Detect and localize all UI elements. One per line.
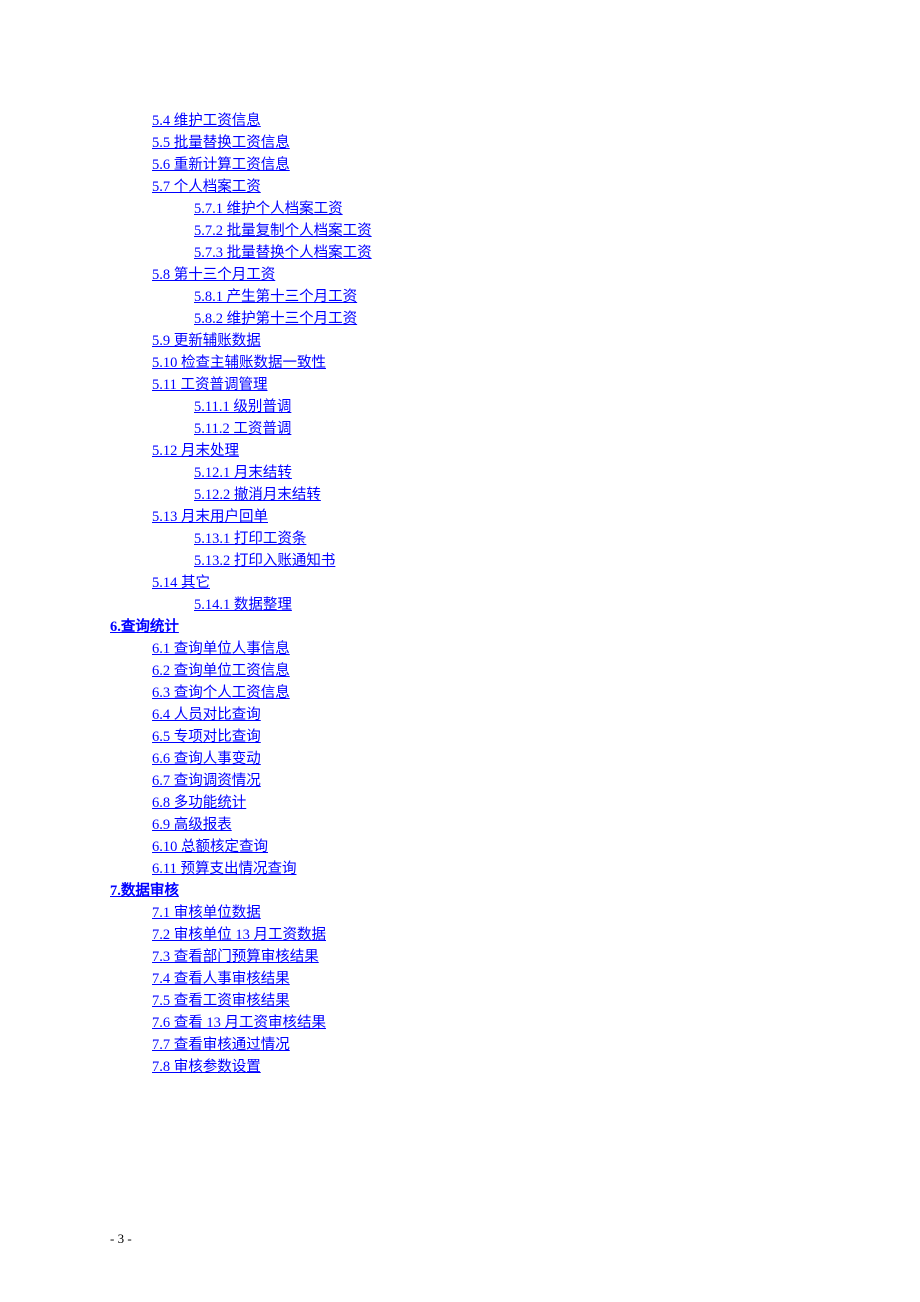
toc-link[interactable]: 5.13 月末用户回单: [152, 506, 268, 528]
toc-link[interactable]: 5.14 其它: [152, 572, 210, 594]
toc-link[interactable]: 6.11 预算支出情况查询: [152, 858, 296, 880]
toc-entry: 5.7.3 批量替换个人档案工资: [110, 242, 840, 264]
toc-entry: 6.3 查询个人工资信息: [110, 682, 840, 704]
toc-link[interactable]: 5.5 批量替换工资信息: [152, 132, 290, 154]
toc-entry: 6.11 预算支出情况查询: [110, 858, 840, 880]
toc-entry: 5.4 维护工资信息: [110, 110, 840, 132]
toc-entry: 5.12 月末处理: [110, 440, 840, 462]
toc-page: 5.4 维护工资信息5.5 批量替换工资信息5.6 重新计算工资信息5.7 个人…: [0, 0, 920, 1078]
toc-entry: 5.13 月末用户回单: [110, 506, 840, 528]
toc-entry: 5.11.1 级别普调: [110, 396, 840, 418]
toc-entry: 6.5 专项对比查询: [110, 726, 840, 748]
toc-entry: 6.8 多功能统计: [110, 792, 840, 814]
toc-entry: 6.1 查询单位人事信息: [110, 638, 840, 660]
toc-entry: 5.12.2 撤消月末结转: [110, 484, 840, 506]
toc-link[interactable]: 5.8.2 维护第十三个月工资: [194, 308, 357, 330]
toc-entry: 5.10 检查主辅账数据一致性: [110, 352, 840, 374]
toc-entry: 5.5 批量替换工资信息: [110, 132, 840, 154]
toc-link[interactable]: 5.12.1 月末结转: [194, 462, 292, 484]
toc-link[interactable]: 6.3 查询个人工资信息: [152, 682, 290, 704]
toc-link[interactable]: 6.7 查询调资情况: [152, 770, 261, 792]
toc-entry: 6.2 查询单位工资信息: [110, 660, 840, 682]
toc-entry: 5.6 重新计算工资信息: [110, 154, 840, 176]
toc-entry: 7.1 审核单位数据: [110, 902, 840, 924]
toc-link[interactable]: 5.8.1 产生第十三个月工资: [194, 286, 357, 308]
toc-entry: 5.12.1 月末结转: [110, 462, 840, 484]
toc-link[interactable]: 7.6 查看 13 月工资审核结果: [152, 1012, 326, 1034]
toc-entry: 5.14 其它: [110, 572, 840, 594]
toc-link[interactable]: 5.7.2 批量复制个人档案工资: [194, 220, 372, 242]
toc-entry: 7.2 审核单位 13 月工资数据: [110, 924, 840, 946]
toc-link[interactable]: 6.8 多功能统计: [152, 792, 246, 814]
toc-link[interactable]: 6.4 人员对比查询: [152, 704, 261, 726]
toc-link[interactable]: 5.13.2 打印入账通知书: [194, 550, 335, 572]
toc-entry: 5.7.1 维护个人档案工资: [110, 198, 840, 220]
toc-link[interactable]: 6.10 总额核定查询: [152, 836, 268, 858]
toc-link[interactable]: 7.数据审核: [110, 880, 179, 902]
toc-link[interactable]: 5.4 维护工资信息: [152, 110, 261, 132]
toc-entry: 7.数据审核: [110, 880, 840, 902]
toc-link[interactable]: 7.1 审核单位数据: [152, 902, 261, 924]
toc-entry: 5.14.1 数据整理: [110, 594, 840, 616]
toc-link[interactable]: 6.2 查询单位工资信息: [152, 660, 290, 682]
toc-link[interactable]: 5.7 个人档案工资: [152, 176, 261, 198]
toc-entry: 5.9 更新辅账数据: [110, 330, 840, 352]
toc-entry: 5.13.2 打印入账通知书: [110, 550, 840, 572]
toc-entry: 6.查询统计: [110, 616, 840, 638]
toc-list: 5.4 维护工资信息5.5 批量替换工资信息5.6 重新计算工资信息5.7 个人…: [110, 110, 840, 1078]
toc-entry: 7.4 查看人事审核结果: [110, 968, 840, 990]
toc-entry: 6.4 人员对比查询: [110, 704, 840, 726]
toc-entry: 7.3 查看部门预算审核结果: [110, 946, 840, 968]
toc-entry: 5.8 第十三个月工资: [110, 264, 840, 286]
toc-link[interactable]: 5.11.1 级别普调: [194, 396, 291, 418]
toc-entry: 5.7.2 批量复制个人档案工资: [110, 220, 840, 242]
toc-link[interactable]: 6.1 查询单位人事信息: [152, 638, 290, 660]
toc-entry: 7.7 查看审核通过情况: [110, 1034, 840, 1056]
toc-entry: 5.11.2 工资普调: [110, 418, 840, 440]
toc-link[interactable]: 5.9 更新辅账数据: [152, 330, 261, 352]
page-number: - 3 -: [110, 1231, 132, 1247]
toc-entry: 6.10 总额核定查询: [110, 836, 840, 858]
toc-link[interactable]: 6.5 专项对比查询: [152, 726, 261, 748]
toc-entry: 5.11 工资普调管理: [110, 374, 840, 396]
toc-link[interactable]: 5.12.2 撤消月末结转: [194, 484, 321, 506]
toc-link[interactable]: 5.11.2 工资普调: [194, 418, 291, 440]
toc-link[interactable]: 5.10 检查主辅账数据一致性: [152, 352, 326, 374]
toc-entry: 7.8 审核参数设置: [110, 1056, 840, 1078]
toc-entry: 7.6 查看 13 月工资审核结果: [110, 1012, 840, 1034]
toc-link[interactable]: 6.查询统计: [110, 616, 179, 638]
toc-link[interactable]: 7.4 查看人事审核结果: [152, 968, 290, 990]
toc-link[interactable]: 6.6 查询人事变动: [152, 748, 261, 770]
toc-link[interactable]: 7.7 查看审核通过情况: [152, 1034, 290, 1056]
toc-link[interactable]: 5.12 月末处理: [152, 440, 239, 462]
toc-entry: 5.7 个人档案工资: [110, 176, 840, 198]
toc-link[interactable]: 5.14.1 数据整理: [194, 594, 292, 616]
toc-link[interactable]: 6.9 高级报表: [152, 814, 232, 836]
toc-entry: 6.7 查询调资情况: [110, 770, 840, 792]
toc-link[interactable]: 5.11 工资普调管理: [152, 374, 267, 396]
toc-link[interactable]: 5.7.3 批量替换个人档案工资: [194, 242, 372, 264]
toc-link[interactable]: 5.6 重新计算工资信息: [152, 154, 290, 176]
toc-entry: 7.5 查看工资审核结果: [110, 990, 840, 1012]
toc-link[interactable]: 7.8 审核参数设置: [152, 1056, 261, 1078]
toc-entry: 5.8.2 维护第十三个月工资: [110, 308, 840, 330]
toc-link[interactable]: 5.13.1 打印工资条: [194, 528, 306, 550]
toc-entry: 6.6 查询人事变动: [110, 748, 840, 770]
toc-link[interactable]: 7.2 审核单位 13 月工资数据: [152, 924, 326, 946]
toc-entry: 5.8.1 产生第十三个月工资: [110, 286, 840, 308]
toc-link[interactable]: 7.3 查看部门预算审核结果: [152, 946, 319, 968]
toc-link[interactable]: 5.8 第十三个月工资: [152, 264, 275, 286]
toc-link[interactable]: 5.7.1 维护个人档案工资: [194, 198, 343, 220]
toc-entry: 5.13.1 打印工资条: [110, 528, 840, 550]
toc-entry: 6.9 高级报表: [110, 814, 840, 836]
toc-link[interactable]: 7.5 查看工资审核结果: [152, 990, 290, 1012]
